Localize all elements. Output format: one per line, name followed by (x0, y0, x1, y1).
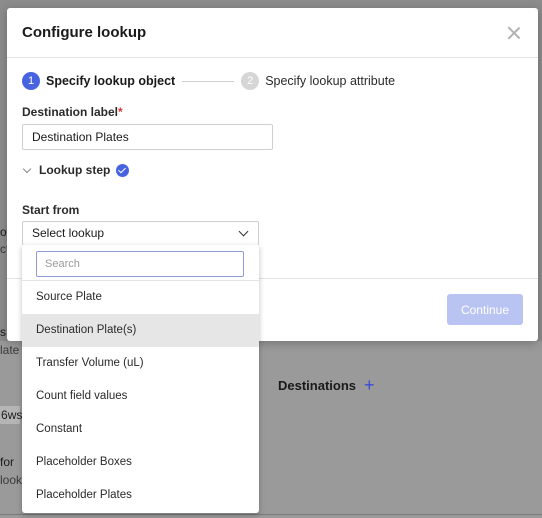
start-from-label: Start from (22, 203, 80, 217)
dropdown-item[interactable]: Placeholder Plates (22, 479, 259, 512)
close-icon[interactable] (506, 25, 522, 41)
dropdown-item[interactable]: Count field values (22, 380, 259, 413)
dropdown-search-input[interactable] (36, 251, 244, 277)
modal-title: Configure lookup (22, 24, 147, 41)
divider (0, 514, 542, 515)
lookup-step-label: Lookup step (39, 163, 111, 177)
stepper: 1 Specify lookup object 2 Specify lookup… (22, 72, 395, 90)
destinations-label: Destinations (278, 377, 357, 393)
dropdown-item[interactable]: Transfer Volume (uL) (22, 347, 259, 380)
chevron-down-icon (238, 226, 249, 237)
lookup-step-toggle[interactable]: Lookup step (22, 163, 130, 177)
check-circle-icon (116, 163, 130, 177)
dropdown-item[interactable]: Constant (22, 413, 259, 446)
step-1-label: Specify lookup object (46, 74, 176, 88)
step-connector (182, 80, 235, 82)
background-partial-text: late (0, 343, 20, 357)
chevron-down-icon (22, 164, 32, 173)
background-partial-text: look (0, 473, 23, 487)
start-from-select[interactable]: Select lookup (22, 221, 259, 246)
background-badge: 6ws (0, 406, 23, 424)
continue-button[interactable]: Continue (447, 294, 523, 325)
plus-icon[interactable]: + (364, 376, 375, 394)
destination-label-heading: Destination label* (22, 105, 123, 119)
dropdown-search-area (22, 245, 259, 281)
destinations-header: Destinations + (278, 376, 375, 394)
step-2-label: Specify lookup attribute (265, 74, 396, 88)
background-partial-text: for (0, 455, 15, 469)
background-partial-text: ws (7, 408, 23, 422)
start-from-select-value: Select lookup (32, 226, 105, 240)
dropdown-item[interactable]: Destination Plate(s) (22, 314, 259, 347)
step-2-number: 2 (241, 72, 260, 90)
dropdown-item[interactable]: Source Plate (22, 281, 259, 314)
lookup-dropdown: Source Plate Destination Plate(s) Transf… (22, 245, 259, 513)
required-marker: * (118, 105, 123, 119)
background-partial-text: s (0, 325, 6, 339)
dropdown-item[interactable]: Placeholder Boxes (22, 446, 259, 479)
modal-header: Configure lookup (7, 8, 538, 58)
step-1-number: 1 (22, 72, 40, 90)
destination-label-input[interactable]: Destination Plates (22, 124, 273, 150)
